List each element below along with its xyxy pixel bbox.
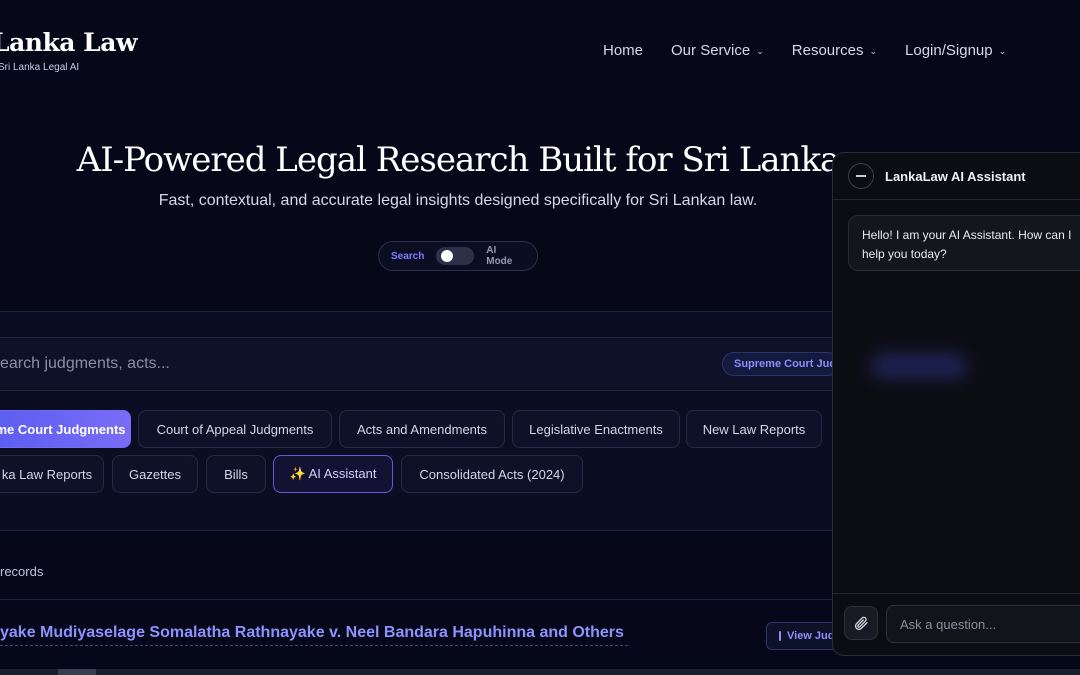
chat-footer — [833, 593, 1080, 655]
minimize-icon[interactable] — [848, 163, 874, 189]
category-gazettes[interactable]: Gazettes — [112, 455, 198, 493]
chat-panel: LankaLaw AI Assistant Hello! I am your A… — [832, 152, 1080, 656]
brand-title: Lanka Law — [0, 28, 137, 57]
category-supreme-court-judgments[interactable]: me Court Judgments — [0, 410, 131, 448]
nav-our-service[interactable]: Our Service ⌄ — [671, 42, 764, 59]
records-count: records — [0, 564, 44, 579]
nav-resources-label: Resources — [791, 42, 864, 59]
category-court-of-appeal-judgments[interactable]: Court of Appeal Judgments — [138, 410, 332, 448]
hero-title: AI-Powered Legal Research Built for Sri … — [76, 140, 841, 180]
nav-home[interactable]: Home — [603, 42, 643, 59]
scope-chip[interactable]: Supreme Court Judgments — [722, 352, 840, 376]
chevron-down-icon: ⌄ — [869, 46, 878, 56]
result-underline — [0, 645, 628, 646]
category-consolidated-acts[interactable]: Consolidated Acts (2024) — [401, 455, 583, 493]
assistant-message: Hello! I am your AI Assistant. How can I… — [848, 215, 1080, 271]
main-nav: Home Our Service ⌄ Resources ⌄ Login/Signu… — [603, 42, 1006, 59]
paperclip-icon[interactable] — [844, 606, 878, 640]
mode-switch[interactable] — [436, 247, 475, 265]
chevron-down-icon: ⌄ — [756, 46, 764, 56]
nav-resources[interactable]: Resources ⌄ — [792, 42, 877, 59]
category-new-law-reports[interactable]: New Law Reports — [686, 410, 822, 448]
search-placeholder: earch judgments, acts... — [0, 355, 170, 372]
chat-title: LankaLaw AI Assistant — [885, 168, 1026, 184]
mode-ai-label[interactable]: AI Mode — [486, 245, 525, 267]
mode-search-label[interactable]: Search — [391, 251, 424, 262]
nav-home-label: Home — [603, 42, 644, 59]
mode-toggle[interactable]: Search AI Mode — [378, 241, 538, 271]
horizontal-scrollbar[interactable] — [0, 669, 1080, 675]
document-icon — [779, 631, 781, 641]
brand[interactable]: Lanka Law Sri Lanka Legal AI — [0, 28, 137, 73]
category-sri-lanka-law-reports[interactable]: ka Law Reports — [0, 455, 104, 493]
chat-input[interactable] — [886, 605, 1080, 643]
chat-header: LankaLaw AI Assistant — [833, 153, 1080, 200]
result-title[interactable]: yake Mudiyaselage Somalatha Rathnayake v… — [0, 624, 624, 642]
switch-knob — [441, 250, 454, 262]
scrollbar-thumb[interactable] — [58, 669, 96, 675]
hero-subtitle: Fast, contextual, and accurate legal ins… — [158, 192, 758, 209]
category-legislative-enactments[interactable]: Legislative Enactments — [512, 410, 680, 448]
category-bills[interactable]: Bills — [206, 455, 266, 493]
category-ai-assistant[interactable]: ✨ AI Assistant — [273, 455, 393, 493]
loading-glow — [871, 353, 967, 379]
category-acts-and-amendments[interactable]: Acts and Amendments — [339, 410, 505, 448]
brand-subtitle: Sri Lanka Legal AI — [0, 62, 80, 73]
chevron-down-icon: ⌄ — [998, 46, 1007, 56]
nav-our-service-label: Our Service — [671, 42, 751, 59]
nav-login-signup[interactable]: Login/Signup ⌄ — [905, 42, 1006, 59]
nav-login-label: Login/Signup — [905, 42, 993, 59]
